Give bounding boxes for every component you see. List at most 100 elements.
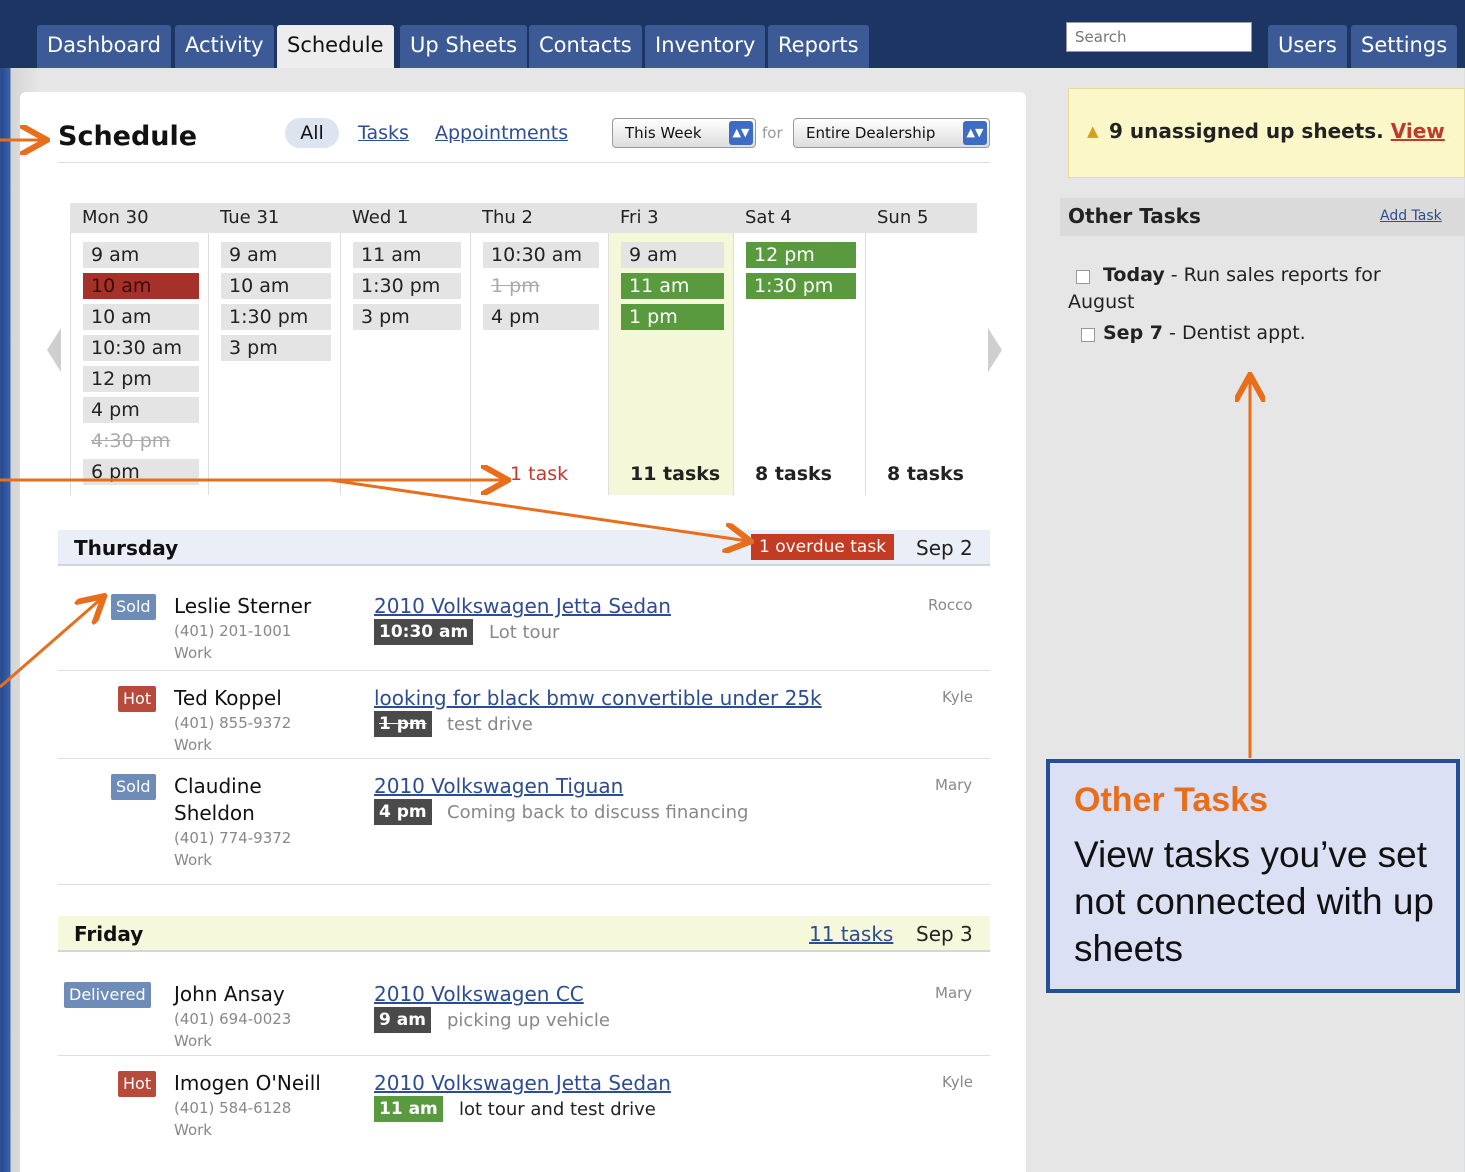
- calendar-slot[interactable]: 12 pm: [746, 242, 856, 268]
- customer-phone: (401) 694-0023: [174, 1010, 292, 1028]
- assigned-salesperson: Kyle: [942, 1073, 974, 1091]
- appointment-note: picking up vehicle: [447, 1010, 610, 1031]
- calendar-slot[interactable]: 10:30 am: [83, 335, 199, 361]
- calendar-slot[interactable]: 10 am: [221, 273, 331, 299]
- phone-type: Work: [174, 736, 212, 754]
- appointment-time: 4 pm: [374, 799, 432, 825]
- select-arrows-icon: ▲▼: [729, 121, 753, 145]
- tab-schedule[interactable]: Schedule: [277, 25, 394, 68]
- filter-tasks[interactable]: Tasks: [358, 118, 409, 148]
- day-header[interactable]: Wed 1: [352, 203, 408, 233]
- customer-phone: (401) 774-9372: [174, 829, 292, 847]
- calendar-slot[interactable]: 1 pm: [621, 304, 724, 330]
- prev-week-arrow-icon[interactable]: [47, 328, 61, 372]
- customer-name[interactable]: Leslie Sterner: [174, 592, 311, 620]
- task-checkbox[interactable]: [1081, 328, 1095, 342]
- customer-name[interactable]: Ted Koppel: [174, 684, 282, 712]
- search-input[interactable]: [1066, 22, 1252, 52]
- vehicle-link[interactable]: 2010 Volkswagen CC: [374, 982, 584, 1006]
- alert-text: 9 unassigned up sheets.: [1109, 119, 1384, 143]
- other-task-item: Today - Run sales reports for: [1103, 264, 1381, 286]
- calendar-slot[interactable]: 1 pm: [483, 273, 599, 299]
- day-task-count[interactable]: 1 task: [510, 463, 568, 485]
- customer-name[interactable]: John Ansay: [174, 980, 285, 1008]
- tab-reports[interactable]: Reports: [768, 25, 869, 68]
- day-column: 9 am 10 am 10 am 10:30 am 12 pm 4 pm 4:30 pm 6 …: [70, 233, 208, 495]
- tab-dashboard[interactable]: Dashboard: [37, 25, 171, 68]
- day-header[interactable]: Thu 2: [482, 203, 533, 233]
- appointment-time: 11 am: [374, 1096, 443, 1122]
- calendar-slot[interactable]: 4:30 pm: [83, 428, 199, 454]
- day-task-count[interactable]: 11 tasks: [630, 463, 720, 485]
- other-tasks-callout: Other Tasks View tasks you’ve set not co…: [1046, 759, 1460, 993]
- status-badge: Hot: [118, 686, 157, 712]
- vehicle-link[interactable]: 2010 Volkswagen Jetta Sedan: [374, 1071, 671, 1095]
- users-button[interactable]: Users: [1268, 25, 1347, 68]
- select-arrows-icon: ▲▼: [963, 121, 987, 145]
- customer-name[interactable]: Claudine: [174, 772, 262, 800]
- calendar-slot[interactable]: 1:30 pm: [746, 273, 856, 299]
- entry-divider: [58, 1055, 990, 1056]
- calendar-slot[interactable]: 1:30 pm: [221, 304, 331, 330]
- task-checkbox[interactable]: [1076, 270, 1090, 284]
- friday-tasks-link[interactable]: 11 tasks: [809, 922, 893, 946]
- calendar-slot[interactable]: 4 pm: [83, 397, 199, 423]
- alert-view-link[interactable]: View: [1391, 119, 1445, 143]
- callout-body: View tasks you’ve set not connected with…: [1074, 834, 1434, 969]
- entry-divider: [58, 670, 990, 671]
- day-column: 12 pm 1:30 pm: [733, 233, 865, 495]
- customer-name-cont[interactable]: Sheldon: [174, 799, 255, 827]
- next-week-arrow-icon[interactable]: [988, 328, 1002, 372]
- calendar-slot[interactable]: 12 pm: [83, 366, 199, 392]
- appointment-note: lot tour and test drive: [459, 1099, 656, 1120]
- scope-value: Entire Dealership: [806, 124, 936, 142]
- section-divider: [58, 884, 990, 885]
- vehicle-link[interactable]: 2010 Volkswagen Tiguan: [374, 774, 623, 798]
- customer-phone: (401) 855-9372: [174, 714, 292, 732]
- day-header[interactable]: Tue 31: [220, 203, 279, 233]
- day-header[interactable]: Sun 5: [877, 203, 928, 233]
- calendar-slot[interactable]: 10 am: [83, 273, 199, 299]
- status-badge: Hot: [118, 1071, 157, 1097]
- calendar-slot[interactable]: 3 pm: [221, 335, 331, 361]
- period-select[interactable]: This Week ▲▼: [612, 118, 756, 148]
- calendar-slot[interactable]: 6 pm: [83, 459, 199, 485]
- day-task-count[interactable]: 8 tasks: [755, 463, 832, 485]
- day-column: 10:30 am 1 pm 4 pm: [470, 233, 608, 495]
- vehicle-link[interactable]: looking for black bmw convertible under …: [374, 686, 822, 710]
- day-date: Sep 2: [916, 536, 973, 560]
- settings-button[interactable]: Settings: [1351, 25, 1458, 68]
- filter-appointments[interactable]: Appointments: [435, 118, 568, 148]
- tab-contacts[interactable]: Contacts: [529, 25, 642, 68]
- calendar-slot[interactable]: 3 pm: [353, 304, 461, 330]
- other-task-item-cont: August: [1068, 291, 1135, 313]
- calendar-slot[interactable]: 4 pm: [483, 304, 599, 330]
- status-badge: Sold: [111, 594, 156, 620]
- calendar-slot[interactable]: 1:30 pm: [353, 273, 461, 299]
- day-task-count[interactable]: 8 tasks: [887, 463, 964, 485]
- vehicle-link[interactable]: 2010 Volkswagen Jetta Sedan: [374, 594, 671, 618]
- calendar-slot[interactable]: 11 am: [621, 273, 724, 299]
- tab-activity[interactable]: Activity: [175, 25, 274, 68]
- tab-inventory[interactable]: Inventory: [645, 25, 766, 68]
- day-header[interactable]: Fri 3: [620, 203, 659, 233]
- filter-all[interactable]: All: [285, 118, 339, 148]
- assigned-salesperson: Kyle: [942, 688, 974, 706]
- calendar-slot[interactable]: 9 am: [621, 242, 724, 268]
- appointment-note: test drive: [447, 714, 533, 735]
- calendar-slot[interactable]: 9 am: [221, 242, 331, 268]
- day-column: 9 am 11 am 1 pm: [608, 233, 733, 495]
- calendar-slot[interactable]: 11 am: [353, 242, 461, 268]
- calendar-slot[interactable]: 10 am: [83, 304, 199, 330]
- day-header[interactable]: Mon 30: [82, 203, 149, 233]
- calendar-slot[interactable]: 10:30 am: [483, 242, 599, 268]
- scope-select[interactable]: Entire Dealership ▲▼: [793, 118, 990, 148]
- calendar-slot[interactable]: 9 am: [83, 242, 199, 268]
- tab-up-sheets[interactable]: Up Sheets: [400, 25, 528, 68]
- customer-name[interactable]: Imogen O'Neill: [174, 1069, 321, 1097]
- day-header[interactable]: Sat 4: [745, 203, 792, 233]
- customer-phone: (401) 584-6128: [174, 1099, 292, 1117]
- overdue-badge[interactable]: 1 overdue task: [751, 534, 895, 560]
- appointment-note: Lot tour: [489, 622, 560, 643]
- add-task-link[interactable]: Add Task: [1380, 208, 1442, 224]
